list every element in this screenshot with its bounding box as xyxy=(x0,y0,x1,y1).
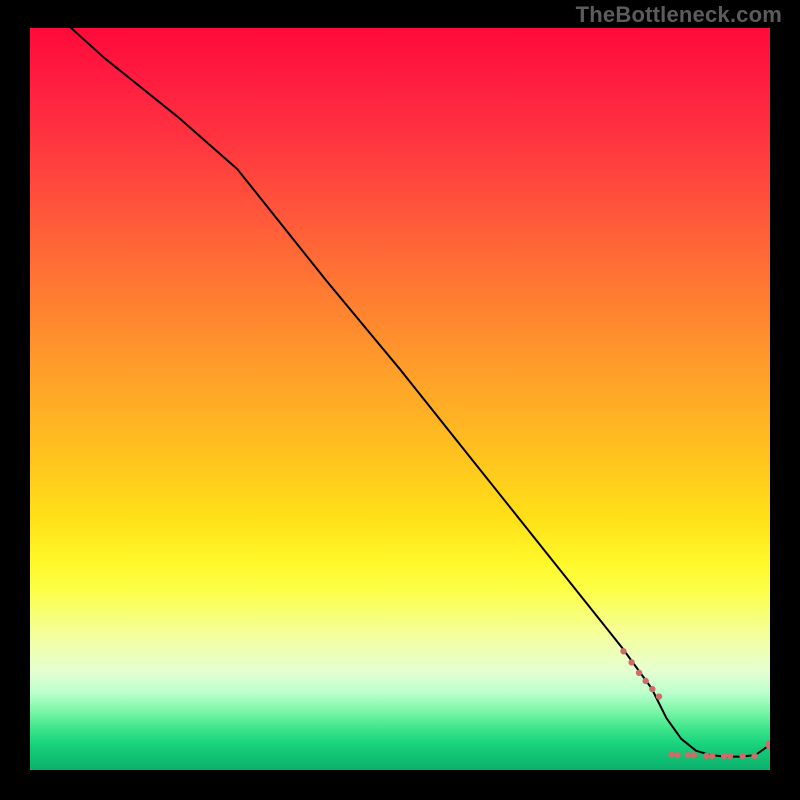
curve-line xyxy=(30,28,770,757)
chart-frame: TheBottleneck.com xyxy=(0,0,800,800)
curve-markers xyxy=(620,648,770,759)
chart-overlay xyxy=(30,28,770,770)
watermark-text: TheBottleneck.com xyxy=(576,2,782,28)
